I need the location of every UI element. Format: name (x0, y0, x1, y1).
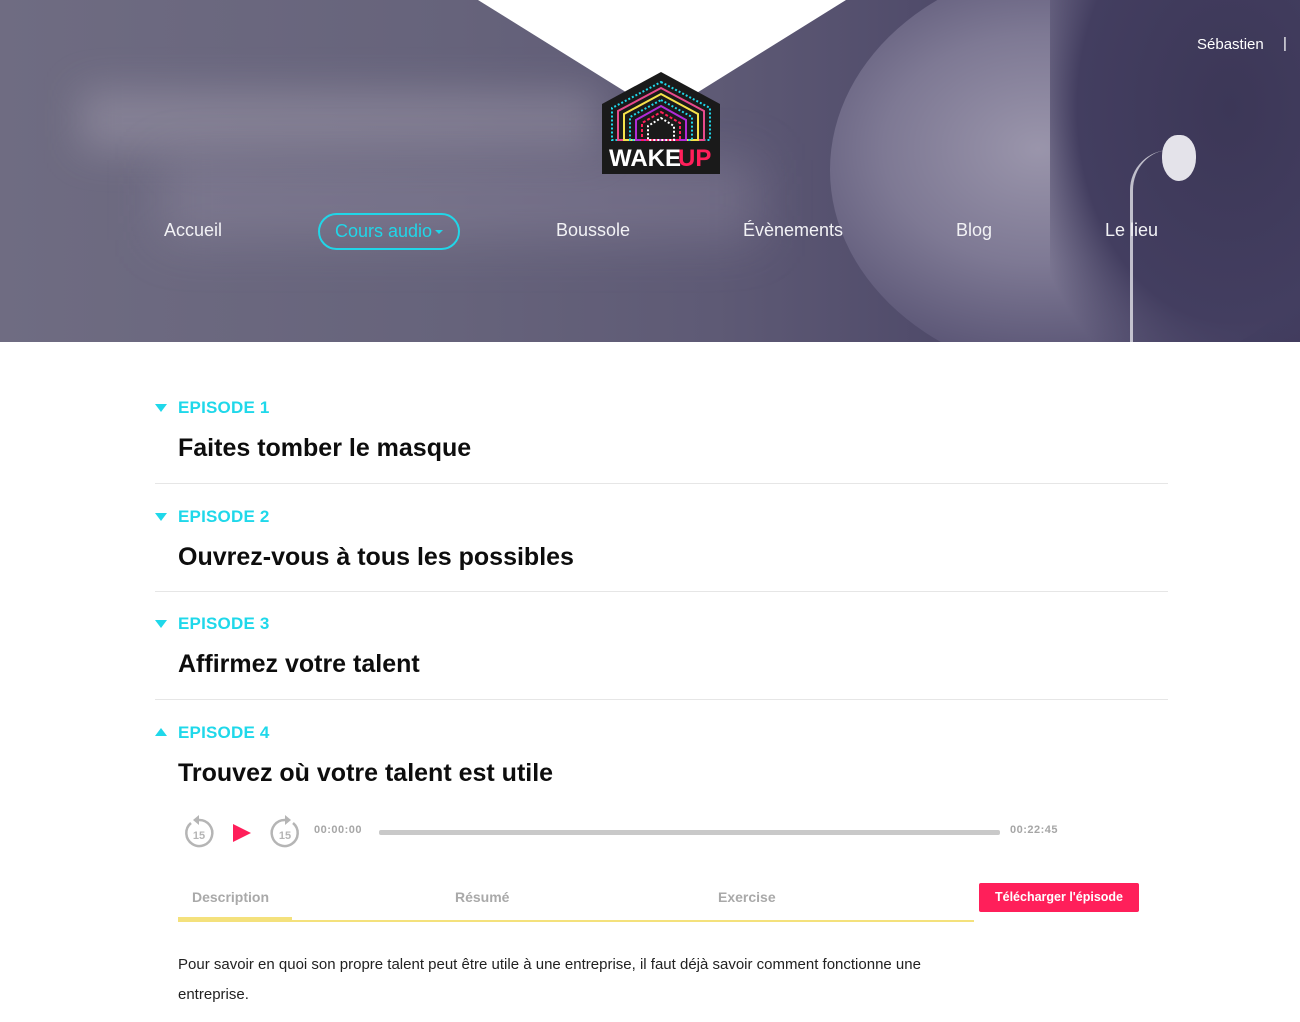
divider (155, 591, 1168, 592)
divider (155, 483, 1168, 484)
caret-up-icon[interactable] (155, 728, 167, 736)
nav-item-label: Cours audio (334, 221, 433, 241)
divider (155, 699, 1168, 700)
audio-player: 15 15 00:00:00 00:22:45 (178, 812, 1078, 854)
hero-background-blur (80, 90, 600, 150)
forward-15-icon[interactable]: 15 (268, 814, 302, 850)
caret-down-icon[interactable] (155, 620, 167, 628)
user-name-link[interactable]: Sébastien (1197, 36, 1264, 53)
rewind-15-icon[interactable]: 15 (182, 814, 216, 850)
current-time: 00:00:00 (314, 824, 363, 836)
episode-title[interactable]: Trouvez où votre talent est utile (178, 759, 553, 788)
download-episode-button[interactable]: Télécharger l'épisode (979, 883, 1139, 912)
nav-item-cours-audio[interactable]: Cours audio (318, 213, 460, 250)
tabs-underline (178, 920, 974, 922)
tab-exercise[interactable]: Exercise (718, 889, 776, 905)
wakeup-logo[interactable]: WAKE UP (600, 70, 722, 176)
episode-label: EPISODE 4 (178, 723, 270, 742)
skip-seconds-label: 15 (279, 830, 291, 842)
caret-down-icon[interactable] (155, 404, 167, 412)
skip-seconds-label: 15 (193, 830, 205, 842)
episode-label: EPISODE 1 (178, 398, 270, 417)
nav-item-evenements[interactable]: Évènements (743, 220, 843, 241)
progress-bar[interactable] (379, 830, 1000, 835)
episode-description: Pour savoir en quoi son propre talent pe… (178, 956, 921, 1003)
episode-label: EPISODE 3 (178, 614, 270, 633)
logo-up-text: UP (678, 145, 711, 172)
episode-title[interactable]: Faites tomber le masque (178, 434, 471, 463)
nav-item-accueil[interactable]: Accueil (164, 220, 222, 241)
tab-resume[interactable]: Résumé (455, 889, 509, 905)
nav-item-le-lieu[interactable]: Le lieu (1105, 220, 1158, 241)
tab-active-indicator (178, 917, 292, 922)
play-button[interactable] (233, 824, 251, 842)
chevron-down-icon (435, 230, 444, 235)
tab-description[interactable]: Description (192, 889, 269, 905)
total-time: 00:22:45 (1010, 824, 1059, 836)
nav-item-blog[interactable]: Blog (956, 220, 992, 241)
episode-label: EPISODE 2 (178, 507, 270, 526)
caret-down-icon[interactable] (155, 513, 167, 521)
logo-wake-text: WAKE (609, 145, 681, 172)
episode-title[interactable]: Ouvrez-vous à tous les possibles (178, 543, 574, 572)
nav-item-boussole[interactable]: Boussole (556, 220, 630, 241)
user-separator: | (1283, 35, 1287, 52)
earbud-image (1162, 135, 1196, 181)
episode-title[interactable]: Affirmez votre talent (178, 650, 420, 679)
